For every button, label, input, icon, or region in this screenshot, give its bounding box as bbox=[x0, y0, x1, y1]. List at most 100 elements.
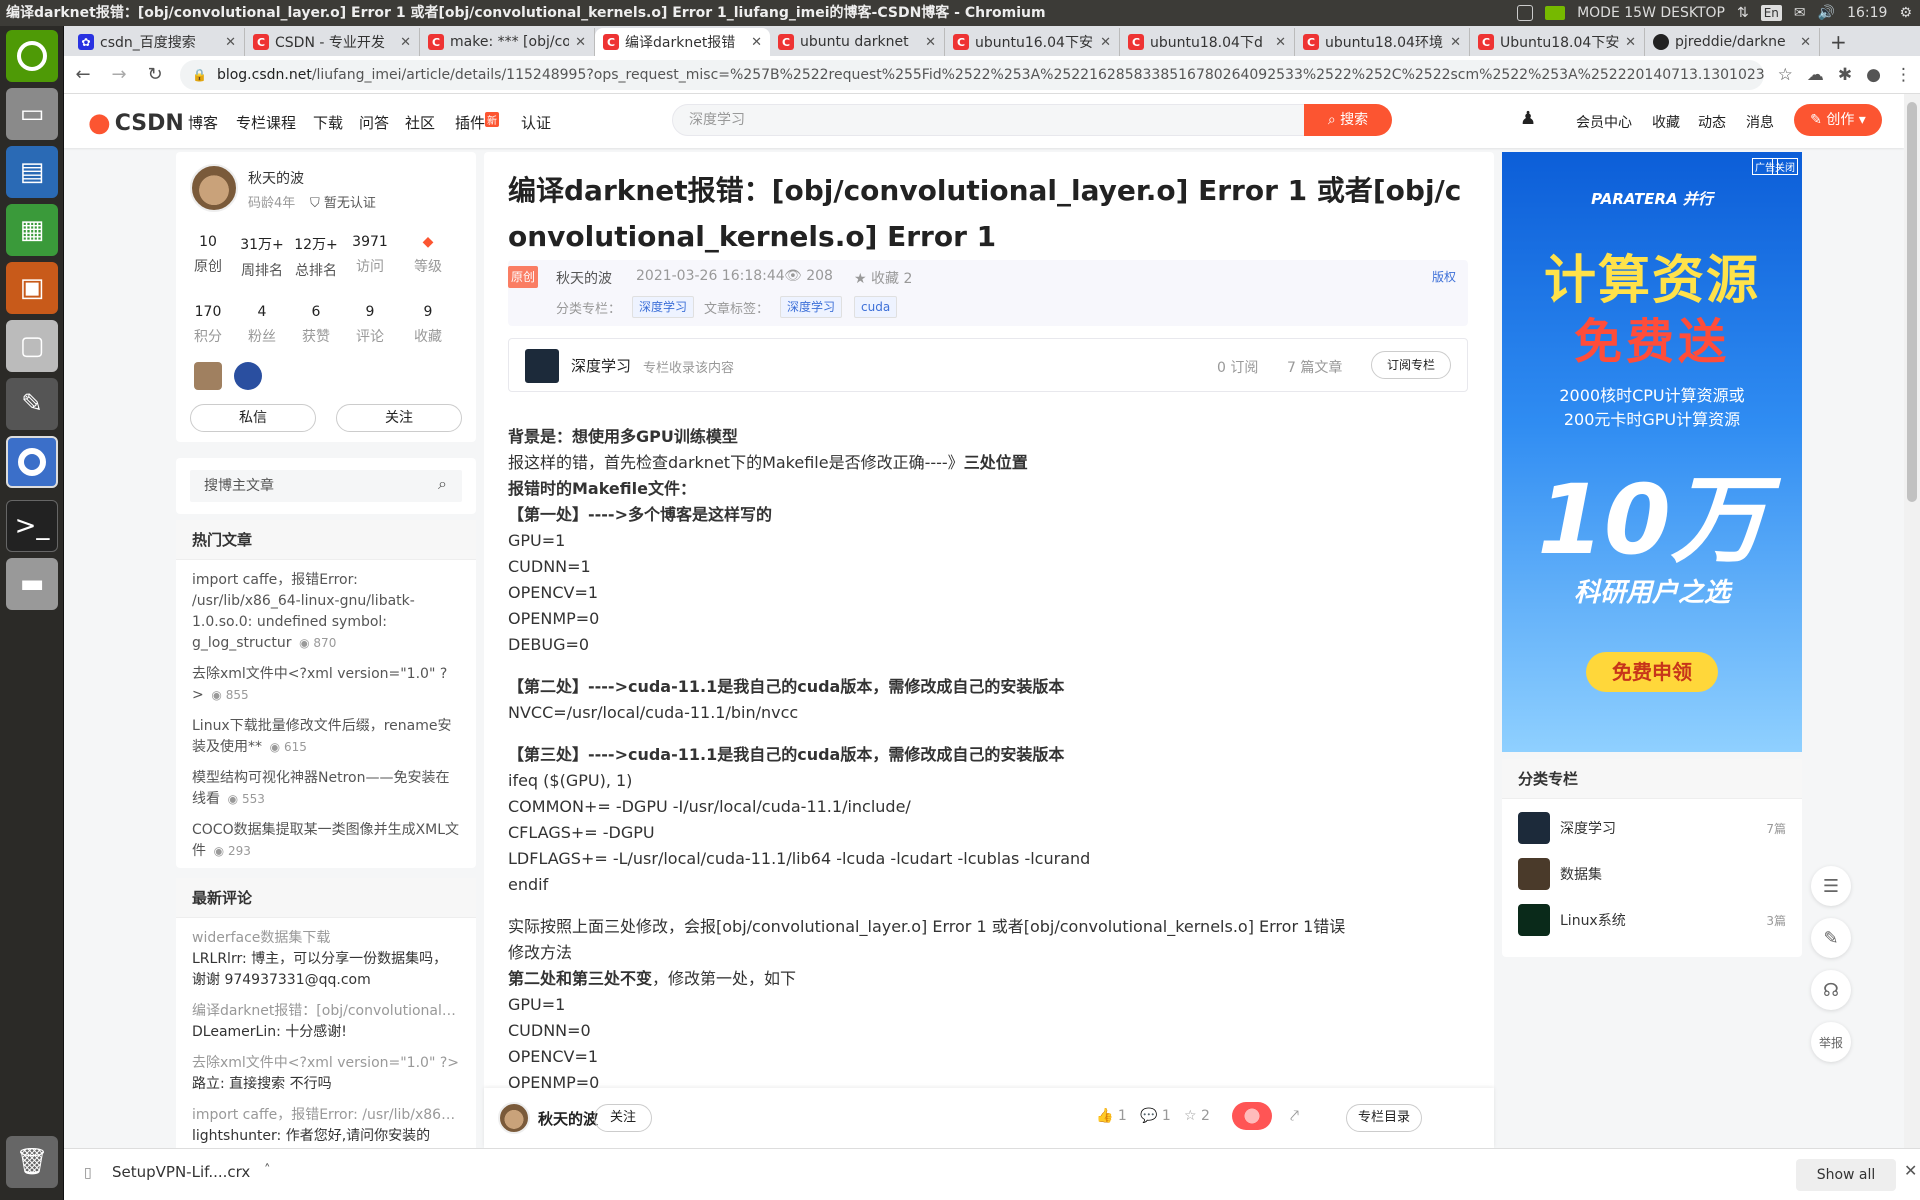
category-item[interactable]: 数据集 bbox=[1518, 857, 1786, 891]
files-icon[interactable]: ▭ bbox=[6, 88, 58, 140]
comment-item[interactable]: 去除xml文件中<?xml version="1.0" ?> 路立: 直接搜索 不… bbox=[192, 1053, 460, 1095]
support-headset-icon[interactable]: ☊ bbox=[1811, 970, 1851, 1010]
tab-close-icon[interactable]: ✕ bbox=[1625, 35, 1636, 50]
power-mode-label[interactable]: MODE 15W DESKTOP bbox=[1577, 5, 1725, 21]
stat-week-rank[interactable]: 31万+ 周排名 bbox=[238, 234, 286, 280]
files-icon[interactable] bbox=[1517, 5, 1534, 21]
scrollbar-thumb[interactable] bbox=[1907, 102, 1917, 502]
browser-tab[interactable]: Cubuntu16.04下安 ✕ bbox=[945, 28, 1120, 56]
hot-article-item[interactable]: 模型结构可视化神器Netron——免安装在线看 ◉ 553 bbox=[192, 768, 460, 810]
browser-tab[interactable]: Cubuntu18.04环境 ✕ bbox=[1295, 28, 1470, 56]
browser-tab[interactable]: pjreddie/darkne ✕ bbox=[1645, 28, 1820, 56]
edit-float-icon[interactable]: ✎ bbox=[1811, 918, 1851, 958]
medal-box-icon[interactable] bbox=[194, 362, 222, 390]
reload-icon[interactable]: ↻ bbox=[144, 64, 166, 85]
reward-icon[interactable] bbox=[1232, 1102, 1272, 1130]
software-center-icon[interactable]: ▢ bbox=[6, 320, 58, 372]
browser-tab[interactable]: C 编译darknet报错 ✕ bbox=[595, 28, 770, 56]
notification-figure-icon[interactable]: ♟ bbox=[1520, 108, 1536, 129]
copyright-link[interactable]: 版权 bbox=[1432, 268, 1456, 285]
trash-icon[interactable]: 🗑 bbox=[6, 1136, 58, 1188]
tag-cuda[interactable]: cuda bbox=[854, 296, 898, 318]
column-toc-button[interactable]: 专栏目录 bbox=[1346, 1104, 1422, 1132]
terminal-icon[interactable]: >_ bbox=[6, 500, 58, 552]
download-file-name[interactable]: SetupVPN-Lif....crx bbox=[112, 1163, 250, 1181]
bottom-author-name[interactable]: 秋天的波 bbox=[538, 1108, 598, 1129]
nav-activity[interactable]: 动态 bbox=[1698, 112, 1726, 132]
create-button[interactable]: ✎ 创作 ▾ bbox=[1794, 104, 1882, 136]
share-icon[interactable]: ⤤ bbox=[1290, 1106, 1299, 1126]
writer-icon[interactable]: ▤ bbox=[6, 146, 58, 198]
subscribe-column-button[interactable]: 订阅专栏 bbox=[1371, 351, 1451, 379]
author-avatar[interactable] bbox=[190, 164, 238, 212]
nav-messages[interactable]: 消息 bbox=[1746, 112, 1774, 132]
like-action[interactable]: 👍 1 bbox=[1096, 1108, 1127, 1124]
nav-community[interactable]: 社区 bbox=[405, 112, 435, 133]
nav-cert[interactable]: 认证 bbox=[521, 112, 551, 133]
comment-article[interactable]: widerface数据集下载 bbox=[192, 928, 460, 949]
comment-item[interactable]: 编译darknet报错：[obj/convolutional_lay... DLe… bbox=[192, 1001, 460, 1043]
comment-article[interactable]: import caffe，报错Error: /usr/lib/x86_64-l.… bbox=[192, 1105, 460, 1126]
settings-gear-icon[interactable]: ⚙ bbox=[1899, 5, 1912, 21]
follow-button[interactable]: 关注 bbox=[336, 404, 462, 432]
chromium-icon[interactable] bbox=[6, 436, 58, 488]
forward-arrow-icon[interactable]: → bbox=[108, 64, 130, 85]
ubuntu-dash-icon[interactable] bbox=[6, 30, 58, 82]
hot-article-item[interactable]: import caffe，报错Error: /usr/lib/x86_64-li… bbox=[192, 570, 460, 654]
tab-close-icon[interactable]: ✕ bbox=[225, 35, 236, 50]
ad-cta-button[interactable]: 免费申领 bbox=[1586, 652, 1718, 692]
close-icon[interactable]: ✕ bbox=[1904, 1161, 1917, 1180]
tab-close-icon[interactable]: ✕ bbox=[400, 35, 411, 50]
keyboard-lang[interactable]: En bbox=[1760, 5, 1782, 21]
nav-download[interactable]: 下载 bbox=[313, 112, 343, 133]
tag-deep-learning[interactable]: 深度学习 bbox=[780, 296, 843, 318]
tab-close-icon[interactable]: ✕ bbox=[751, 35, 762, 50]
comment-article[interactable]: 编译darknet报错：[obj/convolutional_lay... bbox=[192, 1001, 460, 1022]
message-button[interactable]: 私信 bbox=[190, 404, 316, 432]
drive-icon[interactable]: ▬ bbox=[6, 558, 58, 610]
nav-blog[interactable]: 博客 bbox=[188, 112, 218, 133]
hot-article-item[interactable]: Linux下载批量修改文件后缀，rename安装及使用** ◉ 615 bbox=[192, 716, 460, 758]
volume-icon[interactable]: 🔊 bbox=[1818, 5, 1835, 21]
author-name[interactable]: 秋天的波 bbox=[248, 168, 304, 188]
profile-avatar-icon[interactable]: ● bbox=[1866, 65, 1881, 85]
comment-action[interactable]: 💬 1 bbox=[1140, 1108, 1171, 1124]
hot-article-item[interactable]: COCO数据集提取某一类图像并生成XML文件 ◉ 293 bbox=[192, 820, 460, 862]
category-tag[interactable]: 深度学习 bbox=[632, 296, 695, 318]
column-name[interactable]: 深度学习 bbox=[571, 355, 631, 376]
stat-total-rank[interactable]: 12万+ 总排名 bbox=[292, 234, 340, 280]
nvidia-icon[interactable] bbox=[1545, 6, 1566, 20]
nav-plugin[interactable]: 插件 bbox=[455, 112, 485, 133]
column-cover[interactable] bbox=[525, 349, 559, 383]
toc-float-icon[interactable]: ☰ bbox=[1811, 866, 1851, 906]
sidebar-ad[interactable]: 广告 关闭 PARATERA 并行 计算资源 免费送 2000核时CPU计算资源… bbox=[1502, 152, 1802, 752]
nav-vip[interactable]: 会员中心 bbox=[1576, 112, 1632, 132]
favorite-action[interactable]: ☆ 2 bbox=[1184, 1108, 1210, 1124]
tab-close-icon[interactable]: ✕ bbox=[575, 35, 586, 50]
search-icon[interactable]: ⌕ bbox=[438, 474, 447, 494]
meta-author[interactable]: 秋天的波 bbox=[556, 268, 612, 288]
ad-close[interactable]: 关闭 bbox=[1772, 158, 1798, 175]
show-all-downloads-button[interactable]: Show all bbox=[1796, 1159, 1896, 1191]
report-button[interactable]: 举报 bbox=[1811, 1022, 1851, 1062]
comment-article[interactable]: 去除xml文件中<?xml version="1.0" ?> bbox=[192, 1053, 460, 1074]
medal-rocket-icon[interactable] bbox=[234, 362, 262, 390]
bottom-author-avatar[interactable] bbox=[498, 1102, 530, 1134]
bottom-follow-button[interactable]: 关注 bbox=[594, 1104, 652, 1132]
impress-icon[interactable]: ▣ bbox=[6, 262, 58, 314]
extensions-puzzle-icon[interactable]: ✱ bbox=[1838, 65, 1852, 85]
nav-favorites[interactable]: 收藏 bbox=[1652, 112, 1680, 132]
tab-close-icon[interactable]: ✕ bbox=[1800, 35, 1811, 50]
blog-search-input[interactable]: 搜博主文章 bbox=[190, 470, 462, 502]
extension-cloud-icon[interactable]: ☁ bbox=[1807, 65, 1824, 85]
tab-close-icon[interactable]: ✕ bbox=[925, 35, 936, 50]
comment-item[interactable]: import caffe，报错Error: /usr/lib/x86_64-l.… bbox=[192, 1105, 460, 1148]
tab-close-icon[interactable]: ✕ bbox=[1100, 35, 1111, 50]
stat-level[interactable]: ◆ 等级 bbox=[404, 234, 452, 276]
meta-favorite[interactable]: ★ 收藏 2 bbox=[854, 268, 912, 288]
back-arrow-icon[interactable]: ← bbox=[72, 64, 94, 85]
clock[interactable]: 16:19 bbox=[1847, 5, 1887, 21]
address-bar[interactable]: 🔒 blog.csdn.net/liufang_imei/article/det… bbox=[180, 59, 1764, 90]
hot-article-item[interactable]: 去除xml文件中<?xml version="1.0" ?> ◉ 855 bbox=[192, 664, 460, 706]
nav-qa[interactable]: 问答 bbox=[359, 112, 389, 133]
